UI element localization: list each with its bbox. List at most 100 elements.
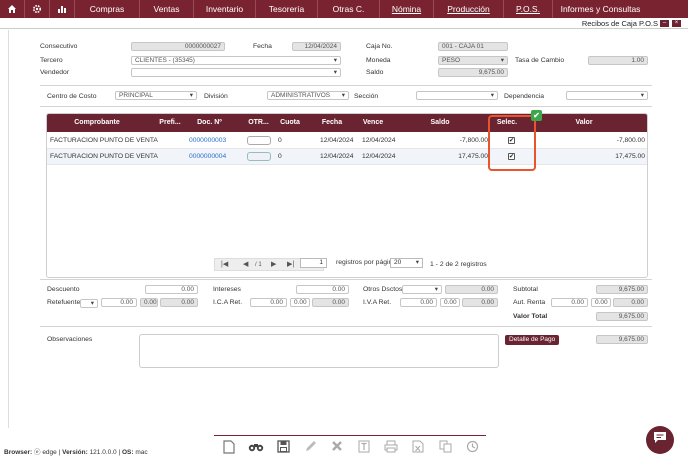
menu-tesoreria[interactable]: Tesorería	[256, 0, 318, 18]
delete-icon[interactable]	[329, 440, 345, 456]
col-fecha[interactable]: Fecha	[315, 114, 349, 132]
cell-doc-link[interactable]: 0000000003	[189, 133, 226, 149]
prev-page-button[interactable]: ◀	[243, 260, 248, 268]
bar-chart-icon[interactable]	[50, 0, 75, 18]
menu-nomina[interactable]: Nómina	[380, 0, 434, 18]
intereses-field[interactable]: 0.00	[296, 285, 349, 294]
table-row[interactable]: FACTURACION PUNTO DE VENTA 0000000003 0 …	[47, 133, 647, 149]
otr-input[interactable]	[247, 136, 271, 145]
per-page-label: registros por página	[336, 259, 397, 266]
seccion-label: Sección	[354, 93, 379, 100]
menu-compras[interactable]: Compras	[75, 0, 140, 18]
grid-header: Comprobante Prefi... Doc. Nº OTR... Cuot…	[47, 114, 647, 132]
last-page-button[interactable]: ▶|	[287, 260, 294, 268]
edit-icon[interactable]	[302, 440, 318, 456]
dependencia-select[interactable]	[566, 91, 648, 100]
ica-base[interactable]: 0.00	[250, 298, 287, 307]
col-doc[interactable]: Doc. Nº	[187, 114, 232, 132]
centro-label: Centro de Costo	[47, 93, 97, 100]
otros-select[interactable]	[402, 285, 442, 294]
iva-base[interactable]: 0.00	[400, 298, 437, 307]
autrenta-base[interactable]: 0.00	[551, 298, 588, 307]
menu-informes[interactable]: Informes y Consultas	[553, 0, 648, 18]
ica-label: I.C.A Ret.	[213, 299, 243, 306]
valortotal-field: 9,675.00	[596, 312, 648, 321]
iva-rate[interactable]: 0.00	[440, 298, 460, 307]
col-prefijo[interactable]: Prefi...	[155, 114, 185, 132]
page-input[interactable]: 1	[300, 258, 327, 268]
col-valor[interactable]: Valor	[567, 114, 601, 132]
browser-label: Browser:	[4, 449, 33, 456]
division-select[interactable]: ADMINISTRATIVOS	[267, 91, 349, 100]
tasa-field: 1.00	[588, 56, 648, 65]
cell-cuota: 0	[278, 153, 282, 160]
intereses-label: Intereses	[213, 286, 241, 293]
first-page-button[interactable]: |◀	[221, 260, 228, 268]
cell-vence: 12/04/2024	[362, 153, 396, 160]
caja-field: 001 - CAJA 01	[438, 42, 508, 51]
cell-cuota: 0	[278, 137, 282, 144]
check-badge-icon: ✔	[531, 110, 542, 121]
cell-saldo: -7,800.00	[459, 137, 488, 144]
binoculars-icon[interactable]	[248, 440, 264, 456]
gear-icon[interactable]	[25, 0, 50, 18]
otros-label: Otros Dsctos:	[363, 286, 405, 293]
fecha-field[interactable]: 12/04/2024	[292, 42, 341, 51]
window-title-bar: Recibos de Caja P.O.S – ×	[0, 18, 688, 29]
tercero-select[interactable]: CLIENTES - (35345)	[131, 56, 341, 65]
per-page-select[interactable]: 20	[390, 258, 423, 268]
cell-comprobante: FACTURACION PUNTO DE VENTA	[50, 153, 158, 160]
col-otr[interactable]: OTR...	[245, 114, 272, 132]
col-saldo[interactable]: Saldo	[423, 114, 457, 132]
subtotal-field: 9,675.00	[596, 285, 648, 294]
cell-vence: 12/04/2024	[362, 137, 396, 144]
menu-pos[interactable]: P.O.S.	[504, 0, 553, 18]
cell-fecha: 12/04/2024	[320, 137, 354, 144]
vendedor-select[interactable]	[131, 68, 341, 77]
home-icon[interactable]	[0, 0, 25, 18]
browser-value: edge	[42, 449, 57, 456]
menu-inventario[interactable]: Inventario	[194, 0, 256, 18]
close-button[interactable]: ×	[672, 20, 681, 27]
col-cuota[interactable]: Cuota	[275, 114, 305, 132]
detalle-pago-button[interactable]: Detalle de Pago	[505, 335, 560, 345]
cell-doc-link[interactable]: 0000000004	[189, 149, 226, 165]
excel-icon[interactable]	[410, 440, 426, 456]
col-vence[interactable]: Vence	[355, 114, 391, 132]
os-label: OS:	[121, 449, 134, 456]
tercero-label: Tercero	[40, 57, 63, 64]
observaciones-label: Observaciones	[47, 336, 93, 343]
window-title: Recibos de Caja P.O.S	[581, 19, 658, 28]
retefuente-base[interactable]: 0.00	[101, 298, 137, 307]
otr-input[interactable]	[247, 152, 271, 161]
version-label: Versión:	[62, 449, 88, 456]
text-icon[interactable]	[356, 440, 372, 456]
menu-otras[interactable]: Otras C.	[318, 0, 380, 18]
centro-select[interactable]: PRINCIPAL	[115, 91, 197, 100]
autrenta-rate[interactable]: 0.00	[591, 298, 611, 307]
next-page-button[interactable]: ▶	[271, 260, 276, 268]
menu-ventas[interactable]: Ventas	[140, 0, 194, 18]
seccion-select[interactable]	[416, 91, 498, 100]
menu-produccion[interactable]: Producción	[434, 0, 504, 18]
retefuente-select[interactable]	[80, 299, 98, 308]
divider	[40, 326, 652, 327]
col-comprobante[interactable]: Comprobante	[47, 114, 147, 132]
ica-rate[interactable]: 0.00	[290, 298, 310, 307]
table-row[interactable]: FACTURACION PUNTO DE VENTA 0000000004 0 …	[47, 149, 647, 165]
iva-label: I.V.A Ret.	[363, 299, 392, 306]
os-value: mac	[135, 449, 148, 456]
print-icon[interactable]	[383, 440, 399, 456]
minimize-button[interactable]: –	[660, 20, 669, 27]
observaciones-textarea[interactable]	[139, 334, 499, 368]
descuento-field[interactable]: 0.00	[145, 285, 198, 294]
save-icon[interactable]	[275, 440, 291, 456]
moneda-select[interactable]: PESO	[438, 56, 508, 65]
history-icon[interactable]	[464, 440, 480, 456]
chat-icon[interactable]	[646, 426, 674, 454]
new-doc-icon[interactable]	[221, 440, 237, 456]
copy-icon[interactable]	[437, 440, 453, 456]
saldo-field: 9,675.00	[438, 68, 508, 77]
edge-icon: ⓔ	[34, 449, 41, 456]
consecutivo-label: Consecutivo	[40, 43, 78, 50]
